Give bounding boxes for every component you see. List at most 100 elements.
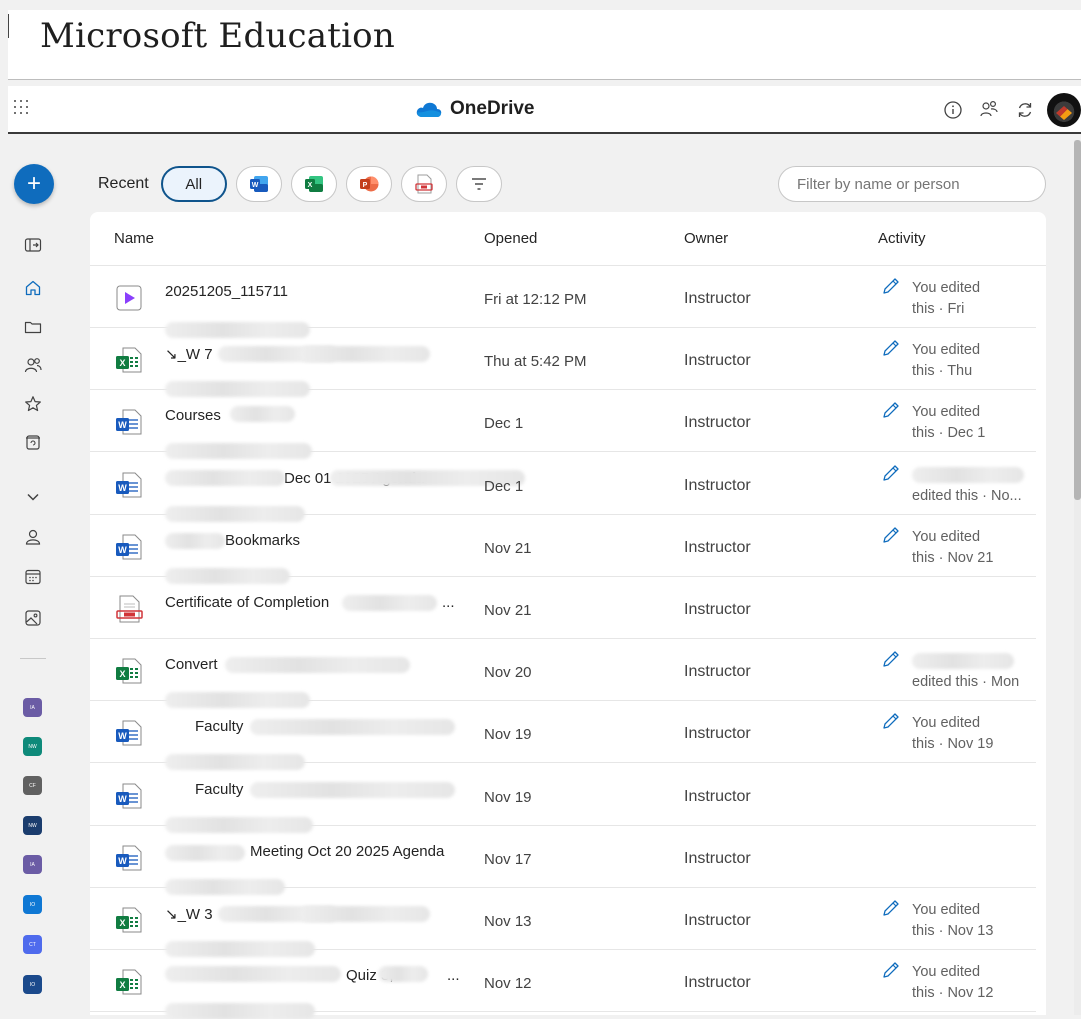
file-name[interactable]: Certificate of Completion — [165, 594, 329, 611]
activity-line-2: this · Nov 13 — [912, 923, 994, 939]
name-truncation-ellipsis: ... — [447, 967, 460, 985]
file-activity: You edited this · Nov 21 — [912, 527, 1032, 569]
file-name[interactable]: Faculty — [195, 781, 243, 798]
file-row[interactable]: X ↘_W 3 Nov 13 Instructor You edited this · N… — [90, 888, 1036, 957]
file-row[interactable]: X ↘_W 7 Thu at 5:42 PM Instructor You edited… — [90, 328, 1036, 398]
filter-all-pill[interactable]: All — [160, 166, 227, 202]
file-activity: You edited this · Nov 13 — [912, 900, 1032, 942]
file-name[interactable]: Faculty — [195, 718, 243, 735]
calendar-icon[interactable] — [22, 566, 44, 588]
onedrive-brand[interactable]: OneDrive — [416, 98, 534, 120]
place-tile[interactable]: IA — [23, 698, 42, 717]
info-icon[interactable] — [935, 92, 971, 128]
file-activity: You edited this · Fri — [912, 278, 1032, 320]
recycle-bin-icon[interactable] — [22, 431, 44, 453]
file-row[interactable]: W Bookmarks Nov 21 Instructor You edited this… — [90, 515, 1036, 584]
home-icon[interactable] — [22, 277, 44, 299]
filter-powerpoint-pill[interactable]: P — [345, 166, 392, 202]
filter-bar: Recent All W X P — [98, 166, 511, 202]
sync-icon[interactable] — [1007, 92, 1043, 128]
file-opened: Dec 1 — [484, 477, 524, 495]
avatar-emblem — [1056, 106, 1072, 120]
activity-line-2: this · Nov 12 — [912, 985, 994, 1002]
redaction-blur — [225, 657, 410, 674]
avatar[interactable] — [1047, 93, 1081, 127]
recent-label: Recent — [98, 175, 149, 192]
share-people-icon[interactable] — [971, 92, 1007, 128]
file-activity: You edited this · Dec 1 — [912, 402, 1032, 444]
redaction-blur — [342, 595, 437, 611]
file-owner: Instructor — [684, 787, 751, 805]
scrollbar-thumb[interactable] — [1074, 140, 1081, 500]
people-icon[interactable] — [22, 354, 44, 376]
place-tile[interactable]: IO — [23, 975, 42, 994]
scrollbar[interactable] — [1074, 140, 1081, 1015]
excel-file-icon: X — [114, 656, 144, 686]
file-row[interactable]: W Courses Dec 1 Instructor You edited this · … — [90, 390, 1036, 460]
file-opened: Dec 1 — [484, 415, 524, 433]
person-icon[interactable] — [22, 526, 44, 548]
file-row[interactable]: W Faculty Nov 19 Instructor — [90, 764, 1036, 833]
file-row[interactable]: 20251205_115711 Fri at 12:12 PM Instructor… — [90, 266, 1036, 338]
file-name[interactable]: ↘_W 7 — [165, 345, 213, 363]
activity-line-2: edited this · No... — [912, 487, 1022, 504]
file-name[interactable]: Convert — [165, 656, 218, 673]
place-tile[interactable]: CT — [23, 935, 42, 954]
redaction-blur — [165, 844, 245, 861]
svg-text:W: W — [118, 731, 127, 741]
file-row[interactable]: W Faculty Nov 19 Instructor You edited this ·… — [90, 701, 1036, 771]
star-icon[interactable] — [22, 393, 44, 415]
place-tile[interactable]: IA — [23, 855, 42, 874]
file-row[interactable]: W Meeting Oct 20 2025 Agenda Nov 17 Instruc… — [90, 826, 1036, 895]
file-name[interactable]: Meeting Oct 20 2025 Agenda — [250, 843, 444, 860]
rail-divider — [20, 658, 46, 659]
place-tile[interactable]: IO — [23, 895, 42, 914]
place-tile[interactable]: NW — [23, 737, 42, 756]
svg-text:W: W — [118, 856, 127, 866]
file-row[interactable]: X Convert Nov 20 Instructor edited this · M… — [90, 639, 1036, 709]
chevron-down-icon[interactable] — [22, 486, 44, 508]
svg-text:X: X — [119, 980, 125, 990]
file-name[interactable]: 20251205_115711 — [165, 283, 288, 300]
file-row[interactable]: Certificate of Completion... Nov 21 Instru… — [90, 577, 1036, 639]
file-name[interactable]: Bookmarks — [225, 532, 300, 549]
place-tile[interactable]: NW — [23, 816, 42, 835]
image-icon[interactable] — [22, 607, 44, 629]
filter-word-pill[interactable]: W — [235, 166, 282, 202]
file-opened: Nov 19 — [484, 726, 532, 744]
column-owner[interactable]: Owner — [684, 230, 728, 247]
svg-text:X: X — [119, 918, 125, 928]
filter-search-input[interactable] — [778, 166, 1046, 202]
filter-excel-pill[interactable]: X — [290, 166, 337, 202]
file-name[interactable]: ↘_W 3 — [165, 905, 213, 923]
redaction-blur — [378, 966, 428, 983]
waffle-icon[interactable] — [12, 98, 32, 118]
word-file-icon: W — [114, 407, 144, 437]
column-name[interactable]: Name — [114, 230, 154, 247]
brand-name: OneDrive — [450, 98, 535, 119]
file-owner: Instructor — [684, 974, 751, 992]
filter-pdf-pill[interactable] — [400, 166, 447, 202]
banner-title: Microsoft Education — [40, 16, 395, 56]
file-name[interactable]: Courses — [165, 407, 221, 424]
redaction-blur — [165, 1003, 315, 1019]
file-opened: Nov 21 — [484, 602, 532, 619]
file-opened: Nov 21 — [484, 539, 532, 557]
column-activity[interactable]: Activity — [878, 230, 926, 247]
file-row[interactable]: X Quiz 3,... Nov 12 Instructor You edited thi… — [90, 950, 1036, 1019]
pdf-icon — [415, 174, 433, 194]
folder-icon[interactable] — [22, 316, 44, 338]
place-tile[interactable]: CF — [23, 776, 42, 795]
pencil-icon — [881, 400, 901, 420]
redaction-blur — [230, 406, 295, 423]
column-opened[interactable]: Opened — [484, 230, 537, 247]
filter-options-pill[interactable] — [455, 166, 502, 202]
file-opened: Thu at 5:42 PM — [484, 353, 587, 371]
word-file-icon: W — [114, 470, 144, 500]
svg-text:W: W — [251, 182, 258, 189]
redaction-blur — [300, 346, 430, 363]
file-row[interactable]: WDec 01 2025 AgendaDec 1Instructor edite… — [90, 453, 1036, 522]
sign-out-icon[interactable] — [22, 234, 44, 256]
file-owner: Instructor — [684, 601, 751, 618]
create-button[interactable]: + — [14, 164, 54, 204]
